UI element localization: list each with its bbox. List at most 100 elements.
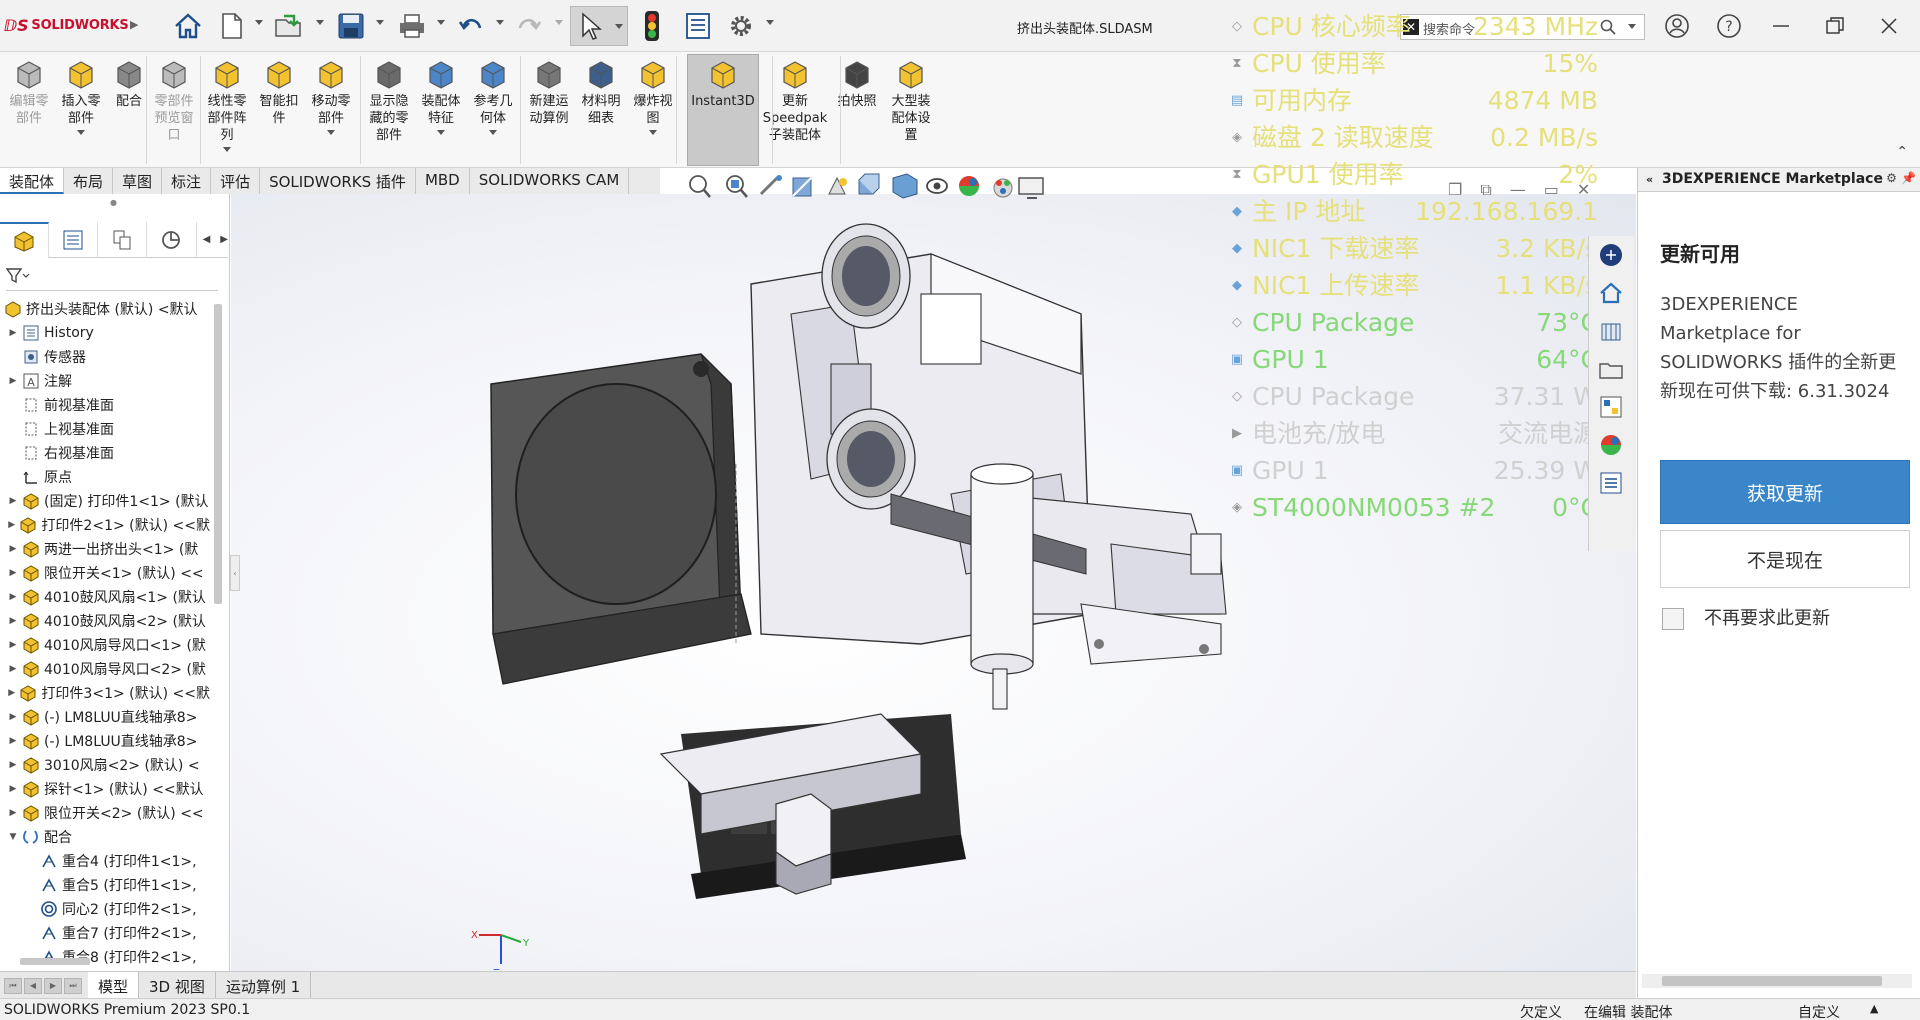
filter-button[interactable]	[5, 268, 30, 288]
tab-7[interactable]: SOLIDWORKS CAM	[470, 168, 630, 194]
tree-node-23[interactable]: 重合4 (打印件1<1>,	[0, 849, 210, 873]
tp-resources[interactable]	[1589, 274, 1633, 312]
tree-expand-icon[interactable]: ▶	[8, 736, 18, 746]
bottom-tab-1[interactable]: 3D 视图	[139, 972, 216, 999]
ribbon-button-4[interactable]: 线性零 部件阵列	[198, 58, 256, 152]
tree-node-10[interactable]: ▶ 两进一出挤出头<1> (默	[0, 537, 210, 561]
menu-expand-icon[interactable]: ▶	[130, 18, 138, 31]
tree-node-13[interactable]: ▶ 4010鼓风风扇<2> (默认	[0, 609, 210, 633]
get-update-button[interactable]: 获取更新	[1660, 460, 1910, 524]
property-manager-tab[interactable]	[49, 222, 99, 258]
tab-5[interactable]: SOLIDWORKS 插件	[260, 168, 416, 194]
bottom-tab-0[interactable]: 模型	[88, 972, 140, 999]
tab-1[interactable]: 布局	[64, 168, 114, 194]
tree-node-18[interactable]: ▶ (-) LM8LUU直线轴承8>	[0, 729, 210, 753]
ribbon-button-0[interactable]: 编辑零 部件	[0, 58, 58, 127]
undo-dropdown-icon[interactable]	[496, 20, 504, 25]
not-now-button[interactable]: 不是现在	[1660, 530, 1910, 588]
minimize-button[interactable]	[1764, 10, 1798, 42]
last-tab-icon[interactable]: ⏭	[64, 977, 82, 994]
ribbon-button-13[interactable]: Instant3D	[691, 58, 755, 110]
home-button[interactable]	[170, 8, 206, 44]
tree-node-5[interactable]: 上视基准面	[0, 417, 210, 441]
account-button[interactable]	[1660, 10, 1694, 42]
viewport-restore-icon[interactable]: ❐	[1448, 180, 1462, 200]
tree-node-16[interactable]: ▶ 打印件3<1> (默认) <<默	[0, 681, 210, 705]
open-dropdown-icon[interactable]	[316, 20, 324, 25]
ribbon-dropdown-icon[interactable]	[437, 130, 445, 135]
tree-expand-icon[interactable]: ▶	[8, 544, 18, 554]
tree-expand-icon[interactable]: ▶	[8, 592, 18, 602]
ribbon-dropdown-icon[interactable]	[489, 130, 497, 135]
tree-expand-icon[interactable]: ▶	[8, 712, 18, 722]
previous-view-icon[interactable]	[759, 175, 782, 196]
ribbon-button-5[interactable]: 智能扣件	[250, 58, 308, 127]
help-button[interactable]: ?	[1712, 10, 1746, 42]
restore-button[interactable]	[1818, 10, 1852, 42]
ribbon-dropdown-icon[interactable]	[649, 130, 657, 135]
tree-expand-icon[interactable]: ▼	[8, 832, 18, 842]
redo-dropdown-icon[interactable]	[555, 20, 563, 25]
tab-3[interactable]: 标注	[162, 168, 212, 194]
feature-manager-tab[interactable]	[0, 222, 50, 258]
panel-collapse-handle[interactable]: ‹	[230, 555, 240, 591]
display-style-icon[interactable]	[892, 173, 918, 199]
apply-scene-icon[interactable]	[993, 178, 1013, 198]
panel-grip-icon[interactable]: ●	[110, 198, 117, 207]
viewport-maximize-icon[interactable]: ▭	[1544, 180, 1559, 200]
tree-expand-icon[interactable]: ▶	[8, 376, 18, 386]
select-dropdown-icon[interactable]	[615, 24, 623, 29]
tree-node-3[interactable]: ▶ A 注解	[0, 369, 210, 393]
units-custom[interactable]: 自定义	[1798, 1002, 1840, 1020]
options-dropdown-icon[interactable]	[766, 20, 774, 25]
tab-4[interactable]: 评估	[211, 168, 261, 194]
hide-show-items-icon[interactable]	[926, 178, 948, 194]
tab-2[interactable]: 草图	[113, 168, 163, 194]
tree-node-9[interactable]: ▶ 打印件2<1> (默认) <<默	[0, 513, 210, 537]
tree-expand-icon[interactable]: ▶	[8, 496, 18, 506]
tree-node-8[interactable]: ▶ (固定) 打印件1<1> (默认	[0, 489, 210, 513]
ribbon-dropdown-icon[interactable]	[327, 130, 335, 135]
tp-appearances[interactable]	[1589, 426, 1633, 464]
print-button[interactable]	[394, 8, 430, 44]
ribbon-button-10[interactable]: 新建运 动算例	[520, 58, 578, 127]
tree-node-4[interactable]: 前视基准面	[0, 393, 210, 417]
tree-vertical-scrollbar[interactable]	[214, 304, 222, 604]
tree-expand-icon[interactable]: ▶	[8, 688, 15, 698]
ribbon-button-12[interactable]: 爆炸视图	[624, 58, 682, 135]
zoom-to-area-icon[interactable]	[726, 175, 748, 198]
first-tab-icon[interactable]: ⏮	[4, 977, 22, 994]
tab-scroll-right-icon[interactable]: ▶	[220, 234, 228, 245]
tree-node-17[interactable]: ▶ (-) LM8LUU直线轴承8>	[0, 705, 210, 729]
viewport-close-icon[interactable]: ✕	[1577, 180, 1590, 200]
tree-node-1[interactable]: ▶ History	[0, 321, 210, 345]
bottom-tab-2[interactable]: 运动算例 1	[216, 972, 312, 999]
section-view-icon[interactable]	[792, 177, 812, 197]
tab-0[interactable]: 装配体	[0, 168, 65, 194]
new-dropdown-icon[interactable]	[255, 20, 263, 25]
save-button[interactable]	[333, 8, 369, 44]
view-settings-icon[interactable]	[1015, 172, 1055, 202]
collapse-pane-icon[interactable]: «	[1646, 173, 1653, 186]
dont-ask-checkbox[interactable]	[1662, 608, 1684, 630]
units-dropdown-icon[interactable]: ▲	[1870, 1002, 1878, 1015]
ribbon-button-6[interactable]: 移动零 部件	[302, 58, 360, 135]
new-document-button[interactable]	[216, 8, 248, 44]
file-properties-button[interactable]	[682, 8, 714, 44]
edit-appearance-icon[interactable]	[959, 176, 979, 196]
ribbon-button-8[interactable]: 装配体 特征	[412, 58, 470, 135]
ribbon-button-16[interactable]: 大型装 配体设置	[882, 58, 940, 144]
search-dropdown-icon[interactable]	[1628, 24, 1636, 29]
tree-node-27[interactable]: 重合8 (打印件2<1>,	[0, 945, 210, 969]
tree-node-21[interactable]: ▶ 限位开关<2> (默认) <<	[0, 801, 210, 825]
close-button[interactable]	[1872, 10, 1906, 42]
undo-button[interactable]	[455, 8, 487, 44]
ribbon-dropdown-icon[interactable]	[223, 147, 231, 152]
tree-node-2[interactable]: 传感器	[0, 345, 210, 369]
tree-expand-icon[interactable]: ▶	[8, 640, 18, 650]
tp-file-explorer[interactable]	[1589, 350, 1633, 388]
tree-expand-icon[interactable]: ▶	[8, 664, 18, 674]
ribbon-button-9[interactable]: 参考几 何体	[464, 58, 522, 135]
ribbon-dropdown-icon[interactable]	[77, 130, 85, 135]
tree-node-0[interactable]: 挤出头装配体 (默认) <默认	[0, 297, 210, 321]
